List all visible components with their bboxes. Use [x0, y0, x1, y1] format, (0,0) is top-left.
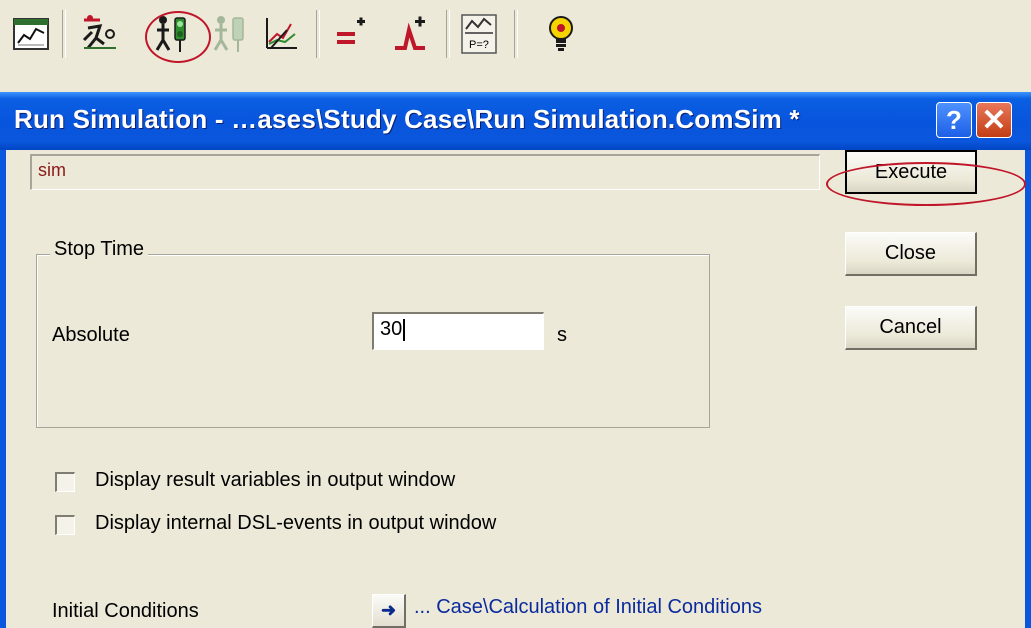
stop-simulation-icon[interactable] [208, 8, 254, 60]
toolbar: P=? [0, 0, 1031, 84]
initial-conditions-link[interactable]: ... Case\Calculation of Initial Conditio… [414, 596, 762, 619]
cancel-button[interactable]: Cancel [845, 306, 977, 350]
display-result-variables-checkbox[interactable] [55, 472, 75, 492]
command-name-field[interactable]: sim [30, 154, 820, 190]
absolute-label: Absolute [52, 324, 130, 346]
window-frame-left [0, 150, 6, 628]
close-button[interactable]: Close [845, 232, 977, 276]
window-frame-right [1025, 150, 1031, 628]
arrow-right-icon: ➜ [380, 600, 397, 620]
help-button[interactable]: ? [936, 102, 972, 138]
dialog-title: Run Simulation - …ases\Study Case\Run Si… [14, 104, 800, 134]
run-person-icon[interactable] [78, 8, 124, 60]
display-dsl-events-checkbox[interactable] [55, 515, 75, 535]
help-icon: ? [946, 104, 962, 135]
close-icon: ✕ [981, 103, 1007, 137]
pplot-label: P=? [469, 39, 489, 51]
initial-conditions-label: Initial Conditions [52, 600, 199, 622]
display-result-variables-label: Display result variables in output windo… [95, 469, 456, 491]
title-bar[interactable]: Run Simulation - …ases\Study Case\Run Si… [0, 92, 1031, 150]
probability-plot-icon[interactable]: P=? [456, 8, 502, 60]
add-equation-icon[interactable] [328, 8, 374, 60]
plot-icon[interactable] [258, 8, 304, 60]
execute-highlight [826, 162, 1026, 206]
start-simulation-highlight [145, 11, 211, 63]
lightbulb-icon[interactable] [538, 8, 584, 60]
stop-time-value: 30 [380, 318, 403, 340]
initial-conditions-select-button[interactable]: ➜ [372, 594, 406, 628]
stop-time-input[interactable]: 30 [372, 312, 544, 350]
display-dsl-events-label: Display internal DSL-events in output wi… [95, 512, 497, 534]
chart-window-icon[interactable] [8, 8, 54, 60]
stop-time-legend: Stop Time [50, 238, 149, 261]
stop-time-unit: s [557, 324, 567, 346]
add-event-icon[interactable] [388, 8, 434, 60]
run-simulation-dialog: Run Simulation - …ases\Study Case\Run Si… [0, 92, 1031, 628]
window-close-button[interactable]: ✕ [976, 102, 1012, 138]
